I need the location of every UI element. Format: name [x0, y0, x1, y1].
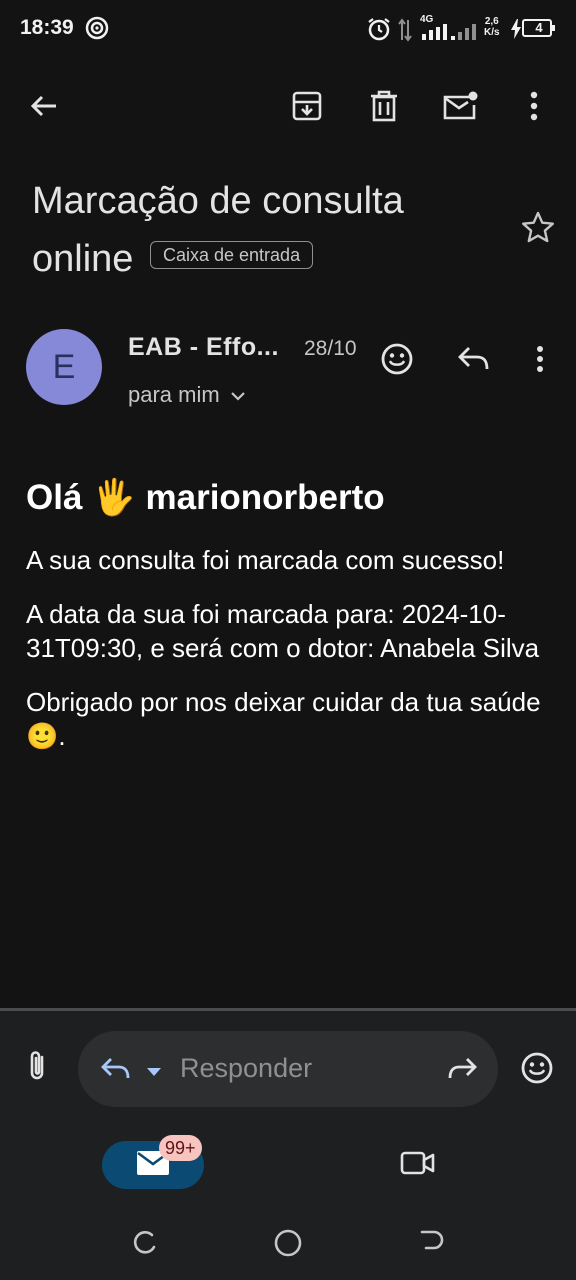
data-arrows-icon: [398, 18, 412, 47]
email-body: Olá 🖐 marionorberto A sua consulta foi m…: [26, 475, 546, 773]
emoji-button[interactable]: [520, 1051, 554, 1090]
home-circle-icon: [273, 1229, 303, 1262]
back-arrow-icon: [29, 91, 59, 126]
email-subject: Marcação de consulta online Caixa de ent…: [32, 172, 492, 288]
signal-icon: [450, 24, 476, 45]
archive-button[interactable]: [281, 80, 333, 136]
smiley-add-icon: [380, 342, 414, 381]
status-bar: 18:39 4G 2,6 K/s 4: [0, 0, 576, 58]
wave-emoji: 🖐: [92, 478, 136, 517]
attach-button[interactable]: [24, 1049, 52, 1088]
reply-placeholder: Responder: [180, 1053, 313, 1083]
mark-unread-button[interactable]: [434, 80, 486, 136]
charging-icon: [510, 19, 522, 44]
system-home-button[interactable]: [273, 1228, 303, 1263]
star-icon: [518, 211, 558, 252]
more-vert-icon: [536, 345, 544, 378]
react-emoji-button[interactable]: [373, 337, 421, 385]
greeting-hello: Olá: [26, 478, 83, 517]
message-more-button[interactable]: [516, 337, 564, 385]
system-back-button[interactable]: [418, 1229, 446, 1262]
delete-button[interactable]: [358, 80, 410, 136]
more-vert-icon: [530, 91, 538, 126]
archive-icon: [291, 90, 323, 127]
recipient-text: para mim: [128, 382, 220, 407]
greeting-heading: Olá 🖐 marionorberto: [26, 475, 546, 521]
cast-icon: [84, 15, 110, 46]
reply-field[interactable]: Responder: [78, 1031, 498, 1107]
alarm-icon: [366, 16, 392, 47]
network-speed: 2,6 K/s: [484, 16, 500, 38]
back-gesture-icon: [418, 1244, 446, 1261]
paperclip-icon: [24, 1051, 52, 1087]
smiley-icon: [520, 1052, 554, 1089]
forward-button[interactable]: [446, 1055, 478, 1088]
video-camera-icon: [400, 1151, 436, 1181]
body-paragraph: A sua consulta foi marcada com sucesso!: [26, 545, 505, 575]
more-options-button[interactable]: [508, 80, 560, 136]
system-recents-button[interactable]: [130, 1229, 158, 1262]
reply-type-dropdown[interactable]: [146, 1064, 162, 1082]
star-button[interactable]: [518, 208, 558, 248]
delete-icon: [369, 90, 399, 127]
unread-count-badge: 99+: [159, 1135, 202, 1161]
reply-icon: [457, 344, 491, 379]
reply-icon: [100, 1055, 132, 1088]
forward-icon: [446, 1058, 478, 1087]
sender-avatar[interactable]: E: [26, 329, 102, 405]
chevron-down-icon: [230, 382, 246, 408]
nav-meet-tab[interactable]: [400, 1149, 436, 1182]
greeting-name: marionorberto: [145, 478, 385, 517]
toolbar: [0, 80, 576, 138]
signal-icon: [420, 24, 450, 45]
inbox-label-chip[interactable]: Caixa de entrada: [149, 240, 314, 269]
body-paragraph: A data da sua foi marcada para: 2024-10-…: [26, 599, 540, 663]
email-date: 28/10: [304, 337, 357, 360]
mark-unread-icon: [442, 91, 478, 126]
bottom-nav: 99+: [0, 1125, 576, 1280]
reply-bar: Responder: [0, 1011, 576, 1125]
body-paragraph: Obrigado por nos deixar cuidar da tua sa…: [26, 687, 541, 751]
caret-down-icon: [146, 1064, 162, 1081]
reply-button[interactable]: [450, 337, 498, 385]
status-time: 18:39: [20, 16, 74, 39]
recents-icon: [130, 1231, 158, 1261]
back-button[interactable]: [18, 80, 70, 136]
sender-name[interactable]: EAB - Effo...: [128, 333, 279, 362]
battery-level: 4: [535, 20, 543, 35]
recipient-details-toggle[interactable]: para mim: [128, 382, 246, 408]
